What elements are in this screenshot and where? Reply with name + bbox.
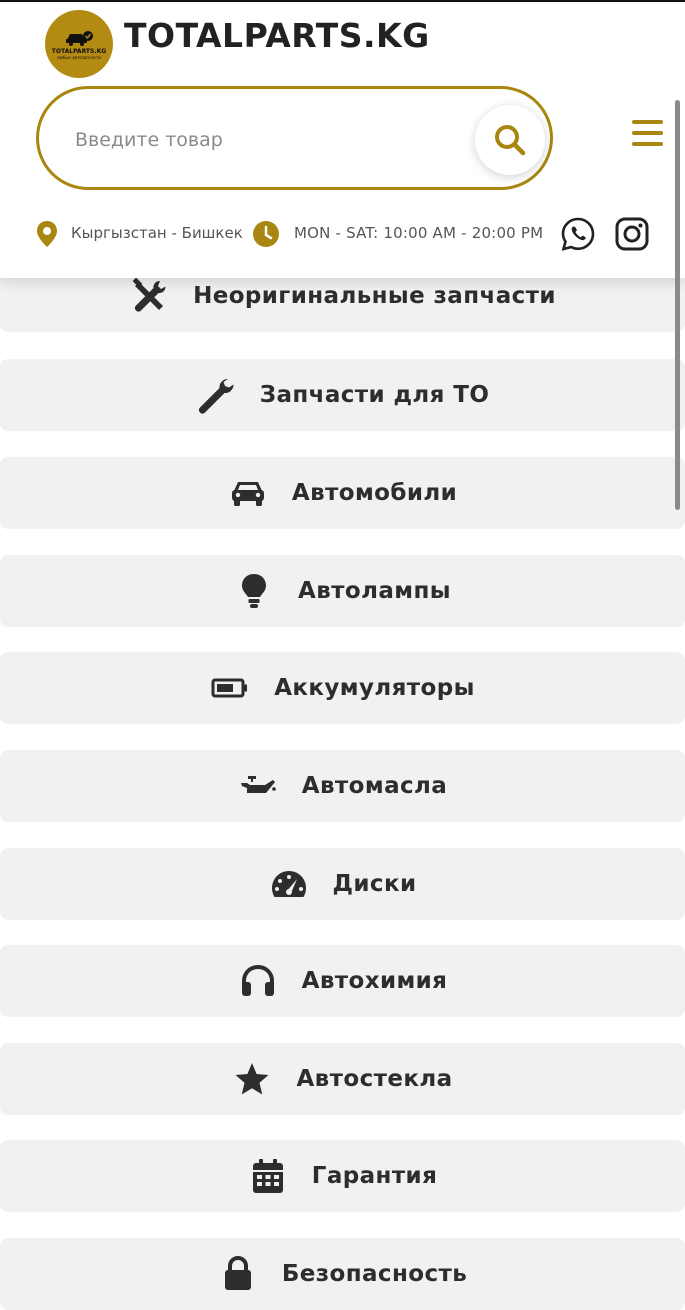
hamburger-menu-button[interactable]	[632, 120, 666, 150]
category-item-car-oils[interactable]: Автомасла	[0, 750, 685, 822]
oil-can-icon	[238, 766, 278, 806]
location-text: Кыргызстан - Бишкек	[71, 224, 243, 242]
speedometer-icon	[269, 864, 309, 904]
working-hours: MON - SAT: 10:00 AM - 20:00 PM	[294, 224, 544, 242]
category-label: Автохимия	[301, 968, 448, 994]
menu-line	[632, 131, 663, 135]
menu-line	[632, 120, 663, 124]
category-label: Автолампы	[298, 578, 451, 604]
category-item-wheels[interactable]: Диски	[0, 848, 685, 920]
logo-subtext: любые автозапчасти	[56, 55, 101, 60]
logo-text: TOTALPARTS.KG	[51, 48, 107, 55]
category-item-cars[interactable]: Автомобили	[0, 457, 685, 529]
headphones-icon	[238, 961, 278, 1001]
category-item-batteries[interactable]: Аккумуляторы	[0, 652, 685, 724]
category-item-safety[interactable]: Безопасность	[0, 1238, 685, 1310]
category-item-car-chemicals[interactable]: Автохимия	[0, 945, 685, 1017]
calendar-icon	[248, 1156, 288, 1196]
category-label: Запчасти для ТО	[259, 382, 490, 408]
category-label: Аккумуляторы	[274, 675, 475, 701]
search-button[interactable]	[475, 105, 545, 175]
category-item-car-lamps[interactable]: Автолампы	[0, 555, 685, 627]
clock-icon	[253, 221, 279, 247]
car-check-icon	[66, 31, 93, 46]
category-label: Автомасла	[301, 773, 448, 799]
site-title[interactable]: TOTALPARTS.KG	[124, 16, 430, 55]
scrollbar[interactable]	[675, 100, 680, 510]
site-header: TOTALPARTS.KG любые автозапчасти TOTALPA…	[0, 2, 685, 278]
search-icon	[495, 125, 526, 156]
contact-info-bar: Кыргызстан - Бишкек MON - SAT: 10:00 AM …	[0, 214, 685, 254]
menu-line	[632, 142, 663, 146]
category-label: Неоригинальные запчасти	[193, 283, 556, 309]
category-label: Безопасность	[281, 1261, 468, 1287]
whatsapp-icon[interactable]	[560, 216, 596, 252]
category-label: Автостекла	[296, 1066, 453, 1092]
search-input[interactable]	[73, 119, 457, 161]
category-item-car-glass[interactable]: Автостекла	[0, 1043, 685, 1115]
category-label: Автомобили	[291, 480, 458, 506]
category-item-warranty[interactable]: Гарантия	[0, 1140, 685, 1212]
tools-icon	[129, 276, 169, 316]
lightbulb-icon	[234, 571, 274, 611]
battery-icon	[210, 668, 250, 708]
lock-icon	[218, 1254, 258, 1294]
star-icon	[232, 1059, 272, 1099]
category-item-maintenance-parts[interactable]: Запчасти для ТО	[0, 359, 685, 431]
location-pin-icon	[37, 221, 57, 247]
logo[interactable]: TOTALPARTS.KG любые автозапчасти	[45, 10, 113, 78]
category-label: Диски	[332, 871, 417, 897]
instagram-icon[interactable]	[614, 216, 650, 252]
car-icon	[228, 473, 268, 513]
category-label: Гарантия	[311, 1163, 438, 1189]
wrench-icon	[196, 375, 236, 415]
search-bar	[36, 86, 553, 190]
